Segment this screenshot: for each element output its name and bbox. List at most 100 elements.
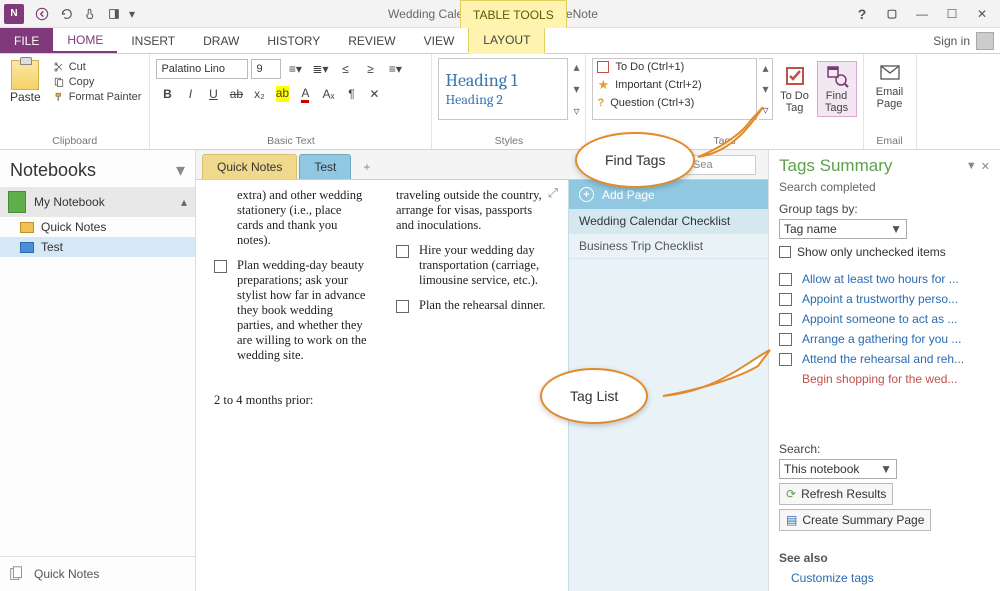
- tab-insert[interactable]: INSERT: [117, 28, 189, 53]
- copy-button[interactable]: Copy: [51, 75, 144, 89]
- outdent-button[interactable]: ≤: [334, 58, 356, 80]
- tag-result[interactable]: Appoint someone to act as ...: [779, 309, 990, 329]
- tab-home[interactable]: HOME: [53, 28, 117, 53]
- paragraph-spacing-button[interactable]: ¶: [340, 83, 362, 105]
- add-section-button[interactable]: +: [353, 155, 380, 179]
- italic-button[interactable]: I: [179, 83, 201, 105]
- show-unchecked-checkbox[interactable]: [779, 246, 791, 258]
- popout-icon[interactable]: ⤢: [548, 186, 558, 201]
- section-test[interactable]: Test: [0, 237, 195, 257]
- find-tags-button[interactable]: Find Tags: [817, 61, 857, 117]
- clipboard-icon: [11, 60, 39, 90]
- notebook-selector[interactable]: My Notebook ▴: [0, 187, 195, 217]
- tag-important-item[interactable]: ★Important (Ctrl+2): [593, 75, 756, 95]
- ribbon-collapse-button[interactable]: ▢: [878, 3, 906, 25]
- qat-customize-dropdown[interactable]: ▾: [126, 3, 138, 25]
- help-button[interactable]: ?: [848, 3, 876, 25]
- font-size-combo[interactable]: 9: [251, 59, 281, 79]
- section-tab-test[interactable]: Test: [299, 154, 351, 179]
- minimize-button[interactable]: —: [908, 3, 936, 25]
- main-area: Notebooks▾ My Notebook ▴ Quick Notes Tes…: [0, 150, 1000, 591]
- contextual-tab-tabletools: TABLE TOOLS: [460, 0, 567, 28]
- tag-result[interactable]: Arrange a gathering for you ...: [779, 329, 990, 349]
- style-heading2[interactable]: Heading 2: [445, 91, 561, 108]
- qat-dock-button[interactable]: [102, 3, 126, 25]
- refresh-results-button[interactable]: ⟳Refresh Results: [779, 483, 893, 505]
- notebook-icon: [8, 191, 26, 213]
- folder-icon: [20, 222, 34, 233]
- add-page-button[interactable]: +Add Page: [569, 180, 768, 209]
- notebooks-pin-icon[interactable]: ▾: [176, 160, 185, 181]
- todo-tag-button[interactable]: To Do Tag: [775, 62, 815, 116]
- checkbox[interactable]: [214, 260, 227, 273]
- qat-back-button[interactable]: [30, 3, 54, 25]
- chevron-up-icon: ▴: [181, 195, 187, 209]
- signin-link[interactable]: Sign in: [927, 28, 1000, 53]
- format-painter-button[interactable]: Format Painter: [51, 90, 144, 104]
- close-button[interactable]: ✕: [968, 3, 996, 25]
- page-item-business[interactable]: Business Trip Checklist: [569, 234, 768, 259]
- underline-button[interactable]: U: [202, 83, 224, 105]
- align-button[interactable]: ≡▾: [384, 58, 406, 80]
- bold-button[interactable]: B: [156, 83, 178, 105]
- pane-dropdown-icon[interactable]: ▼: [966, 160, 977, 173]
- group-by-select[interactable]: Tag name▼: [779, 219, 907, 239]
- onenote-app-icon: N: [4, 4, 24, 24]
- paste-button[interactable]: Paste: [6, 58, 45, 106]
- plus-icon: +: [579, 187, 594, 202]
- group-tags: To Do (Ctrl+1) ★Important (Ctrl+2) ?Ques…: [586, 54, 863, 149]
- style-heading1[interactable]: Heading 1: [445, 70, 561, 91]
- pane-close-icon[interactable]: ✕: [981, 160, 990, 173]
- numbering-button[interactable]: ≣▾: [309, 58, 331, 80]
- checklist-text: Plan wedding-day beauty preparations; as…: [237, 258, 368, 363]
- tag-result[interactable]: Appoint a trustworthy perso...: [779, 289, 990, 309]
- delete-button[interactable]: ✕: [363, 83, 385, 105]
- clear-formatting-button[interactable]: Aₓ: [317, 83, 339, 105]
- highlight-button[interactable]: ab: [271, 83, 293, 105]
- create-summary-page-button[interactable]: ▤Create Summary Page: [779, 509, 931, 531]
- tags-gallery-scroll[interactable]: ▴▾▿: [759, 58, 772, 120]
- tag-result[interactable]: Attend the rehearsal and reh...: [779, 349, 990, 369]
- tab-layout[interactable]: LAYOUT: [468, 28, 545, 54]
- cut-button[interactable]: Cut: [51, 60, 144, 74]
- email-page-button[interactable]: Email Page: [870, 58, 910, 112]
- subscript-button[interactable]: x₂: [248, 83, 270, 105]
- page-item-wedding[interactable]: Wedding Calendar Checklist: [569, 209, 768, 234]
- maximize-button[interactable]: ☐: [938, 3, 966, 25]
- file-tab[interactable]: FILE: [0, 28, 53, 53]
- strike-button[interactable]: ab: [225, 83, 247, 105]
- tab-view[interactable]: VIEW: [410, 28, 469, 53]
- font-color-button[interactable]: A: [294, 83, 316, 105]
- section-tab-quicknotes[interactable]: Quick Notes: [202, 154, 297, 179]
- search-scope-select[interactable]: This notebook▼: [779, 459, 897, 479]
- customize-tags-link[interactable]: Customize tags: [779, 571, 990, 585]
- font-family-combo[interactable]: Palatino Lino: [156, 59, 248, 79]
- page-canvas[interactable]: ⤢ extra) and other wedding stationery (i…: [196, 180, 568, 591]
- checklist-text: Hire your wedding day transportation (ca…: [419, 243, 550, 288]
- tab-review[interactable]: REVIEW: [334, 28, 409, 53]
- email-page-label: Email Page: [874, 86, 906, 110]
- tag-result[interactable]: Allow at least two hours for ...: [779, 269, 990, 289]
- qat-touch-button[interactable]: [78, 3, 102, 25]
- checklist-text: extra) and other wedding stationery (i.e…: [237, 188, 368, 248]
- see-also-heading: See also: [779, 551, 990, 565]
- checkbox[interactable]: [396, 245, 409, 258]
- tab-draw[interactable]: DRAW: [189, 28, 253, 53]
- section-quicknotes[interactable]: Quick Notes: [0, 217, 195, 237]
- styles-dropdown[interactable]: ▴▾▿: [570, 58, 579, 120]
- search-input[interactable]: [686, 155, 756, 175]
- folder-icon: [20, 242, 34, 253]
- indent-button[interactable]: ≥: [359, 58, 381, 80]
- tag-todo-item[interactable]: To Do (Ctrl+1): [593, 59, 756, 75]
- search-scope-label: Search:: [779, 442, 990, 456]
- tag-result[interactable]: Begin shopping for the wed...: [779, 369, 990, 389]
- group-email-label: Email: [870, 133, 910, 147]
- tab-history[interactable]: HISTORY: [253, 28, 334, 53]
- tag-question-item[interactable]: ?Question (Ctrl+3): [593, 95, 756, 111]
- styles-gallery[interactable]: Heading 1 Heading 2: [438, 58, 568, 120]
- qat-undo-button[interactable]: [54, 3, 78, 25]
- bullets-button[interactable]: ≡▾: [284, 58, 306, 80]
- tags-gallery[interactable]: To Do (Ctrl+1) ★Important (Ctrl+2) ?Ques…: [592, 58, 757, 120]
- quick-notes-footer-button[interactable]: Quick Notes: [0, 556, 195, 591]
- checkbox[interactable]: [396, 300, 409, 313]
